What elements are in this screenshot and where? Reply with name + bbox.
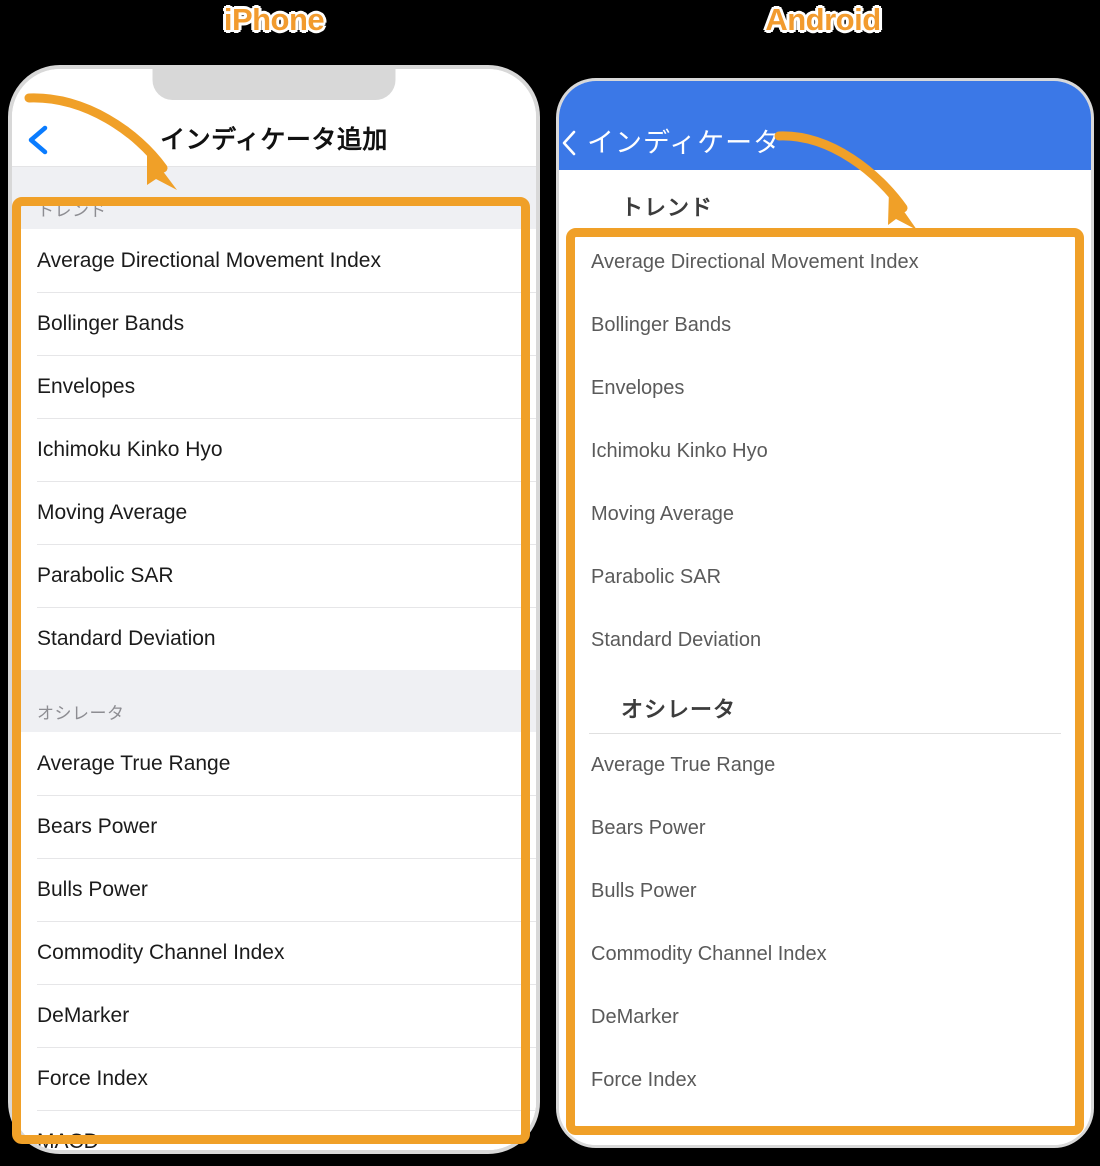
- page-title: インディケータ: [587, 128, 782, 158]
- list-item[interactable]: Moving Average: [559, 483, 1091, 546]
- list-item[interactable]: Commodity Channel Index: [12, 921, 536, 984]
- list-item[interactable]: Commodity Channel Index: [559, 923, 1091, 986]
- list-item[interactable]: Bulls Power: [559, 860, 1091, 923]
- chevron-left-icon[interactable]: [21, 120, 55, 160]
- list-item[interactable]: Bulls Power: [12, 858, 536, 921]
- list-item[interactable]: Bears Power: [12, 795, 536, 858]
- list-item[interactable]: Parabolic SAR: [12, 544, 536, 607]
- section-header-oscillator: オシレータ: [12, 670, 536, 732]
- platform-caption-android: Android: [765, 2, 881, 37]
- android-device-frame: インディケータ トレンド Average Directional Movemen…: [556, 78, 1094, 1148]
- list-item[interactable]: Average True Range: [559, 734, 1091, 797]
- section-header-trend: トレンド: [621, 195, 714, 220]
- list-item[interactable]: Ichimoku Kinko Hyo: [12, 418, 536, 481]
- list-item[interactable]: Bears Power: [559, 797, 1091, 860]
- list-item[interactable]: Bollinger Bands: [12, 292, 536, 355]
- list-item[interactable]: Average True Range: [12, 732, 536, 795]
- list-item[interactable]: Standard Deviation: [12, 607, 536, 670]
- section-header-trend: トレンド: [12, 167, 536, 229]
- iphone-device-frame: インディケータ追加 トレンド Average Directional Movem…: [8, 65, 540, 1154]
- iphone-notch: [152, 69, 396, 100]
- list-item[interactable]: Parabolic SAR: [559, 546, 1091, 609]
- list-item[interactable]: Ichimoku Kinko Hyo: [559, 420, 1091, 483]
- list-item[interactable]: Moving Average: [12, 481, 536, 544]
- list-item[interactable]: MACD: [12, 1110, 536, 1150]
- list-item[interactable]: Force Index: [12, 1047, 536, 1110]
- list-item[interactable]: Envelopes: [559, 357, 1091, 420]
- list-item[interactable]: Bollinger Bands: [559, 294, 1091, 357]
- list-item[interactable]: Standard Deviation: [559, 609, 1091, 672]
- android-appbar: インディケータ: [559, 81, 1091, 170]
- platform-caption-iphone: iPhone: [223, 2, 325, 37]
- list-item[interactable]: Envelopes: [12, 355, 536, 418]
- page-title: インディケータ追加: [160, 126, 388, 154]
- iphone-indicator-list[interactable]: トレンド Average Directional Movement Index …: [12, 167, 536, 1150]
- section-header-oscillator: オシレータ: [589, 672, 1061, 734]
- chevron-left-icon[interactable]: [557, 126, 583, 160]
- list-item[interactable]: Average Directional Movement Index: [559, 231, 1091, 294]
- list-item[interactable]: DeMarker: [559, 986, 1091, 1049]
- list-item[interactable]: Average Directional Movement Index: [12, 229, 536, 292]
- list-item[interactable]: DeMarker: [12, 984, 536, 1047]
- android-indicator-list[interactable]: トレンド Average Directional Movement Index …: [559, 170, 1091, 1145]
- list-item[interactable]: Force Index: [559, 1049, 1091, 1112]
